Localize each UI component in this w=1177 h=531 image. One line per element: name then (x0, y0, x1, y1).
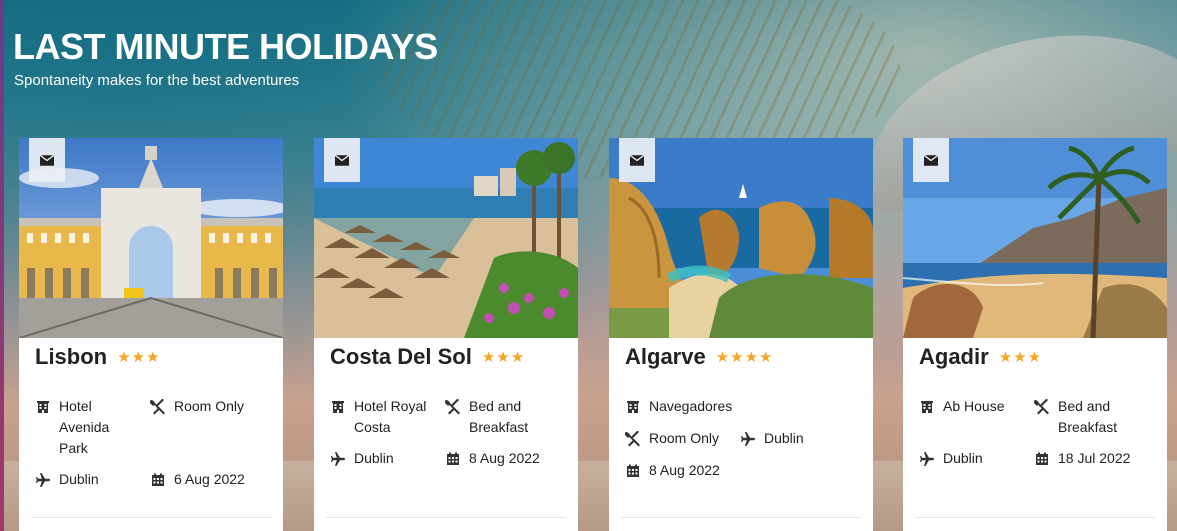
destination-image[interactable] (609, 138, 873, 338)
departure-info: Dublin (330, 448, 394, 469)
departure-date: 8 Aug 2022 (649, 462, 720, 478)
hotel-info: Hotel Royal Costa (330, 396, 450, 438)
page-title: LAST MINUTE HOLIDAYS (13, 26, 438, 67)
date-info: 6 Aug 2022 (150, 469, 245, 490)
board-info: Room Only (625, 428, 719, 449)
board-basis: Room Only (649, 430, 720, 446)
email-share-button[interactable] (29, 138, 65, 182)
holiday-card-agadir[interactable]: Agadir ★★★ Ab House Bed and Breakfast Du… (903, 138, 1167, 531)
departure-info: Dublin (35, 469, 99, 490)
hotel-info: Hotel Avenida Park (35, 396, 155, 459)
building-icon (625, 396, 641, 417)
hotel-name: Hotel Royal Costa (354, 398, 427, 435)
calendar-icon (625, 460, 641, 481)
calendar-icon (150, 469, 166, 490)
hotel-info: Ab House (919, 396, 1004, 417)
calendar-icon (1034, 448, 1050, 469)
building-icon (919, 396, 935, 417)
destination-image[interactable] (314, 138, 578, 338)
destination-name[interactable]: Lisbon (35, 344, 107, 370)
star-rating: ★★★ (117, 349, 161, 366)
departure-airport: Dublin (943, 450, 983, 466)
envelope-icon (924, 155, 938, 166)
cutlery-icon (1034, 396, 1050, 417)
departure-date: 6 Aug 2022 (174, 471, 245, 487)
holiday-card-algarve[interactable]: Algarve ★★★★ Navegadores Room Only Dubli… (609, 138, 873, 531)
calendar-icon (445, 448, 461, 469)
board-info: Bed and Breakfast (1034, 396, 1117, 438)
cutlery-icon (150, 396, 166, 417)
plane-icon (919, 448, 935, 469)
building-icon (330, 396, 346, 417)
envelope-icon (40, 155, 54, 166)
card-divider (326, 517, 566, 518)
hotel-name: Navegadores (649, 398, 733, 414)
destination-name[interactable]: Algarve (625, 344, 706, 370)
destination-image[interactable] (19, 138, 283, 338)
hotel-info: Navegadores (625, 396, 732, 417)
page-subtitle: Spontaneity makes for the best adventure… (14, 72, 300, 89)
date-info: 18 Jul 2022 (1034, 448, 1130, 469)
board-basis: Bed and Breakfast (1058, 398, 1118, 435)
holiday-card-costa-del-sol[interactable]: Costa Del Sol ★★★ Hotel Royal Costa Bed … (314, 138, 578, 531)
hotel-name: Hotel Avenida Park (59, 398, 110, 456)
holiday-card-lisbon[interactable]: Lisbon ★★★ Hotel Avenida Park Room Only … (19, 138, 283, 531)
star-rating: ★★★★ (715, 349, 774, 366)
date-info: 8 Aug 2022 (445, 448, 540, 469)
cutlery-icon (445, 396, 461, 417)
destination-name[interactable]: Costa Del Sol (330, 344, 472, 370)
card-title: Algarve ★★★★ (625, 344, 774, 370)
departure-airport: Dublin (764, 430, 804, 446)
board-info: Room Only (150, 396, 244, 417)
departure-airport: Dublin (354, 450, 394, 466)
hotel-name: Ab House (943, 398, 1005, 414)
envelope-icon (630, 155, 644, 166)
cutlery-icon (625, 428, 641, 449)
email-share-button[interactable] (913, 138, 949, 182)
star-rating: ★★★ (481, 349, 526, 366)
building-icon (35, 396, 51, 417)
board-basis: Room Only (174, 398, 245, 414)
departure-info: Dublin (919, 448, 983, 469)
departure-date: 8 Aug 2022 (469, 450, 540, 466)
card-divider (915, 517, 1155, 518)
departure-info: Dublin (740, 428, 804, 449)
card-title: Costa Del Sol ★★★ (330, 344, 525, 370)
date-info: 8 Aug 2022 (625, 460, 720, 481)
left-accent-stripe (0, 0, 4, 531)
card-title: Lisbon ★★★ (35, 344, 160, 370)
board-basis: Bed and Breakfast (469, 398, 529, 435)
email-share-button[interactable] (324, 138, 360, 182)
plane-icon (35, 469, 51, 490)
star-rating: ★★★ (998, 349, 1043, 366)
plane-icon (330, 448, 346, 469)
board-info: Bed and Breakfast (445, 396, 528, 438)
card-divider (621, 517, 861, 518)
envelope-icon (335, 155, 349, 166)
departure-date: 18 Jul 2022 (1058, 450, 1131, 466)
destination-image[interactable] (903, 138, 1167, 338)
email-share-button[interactable] (619, 138, 655, 182)
plane-icon (740, 428, 756, 449)
destination-name[interactable]: Agadir (919, 344, 989, 370)
card-divider (31, 517, 271, 518)
card-title: Agadir ★★★ (919, 344, 1042, 370)
departure-airport: Dublin (59, 471, 99, 487)
